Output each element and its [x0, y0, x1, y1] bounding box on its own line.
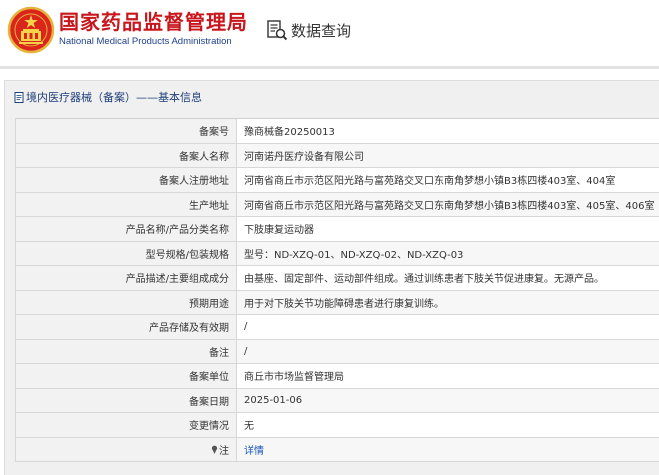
field-label: 备注 — [15, 339, 237, 363]
field-label: 产品描述/主要组成成分 — [15, 266, 237, 290]
field-label: 产品存储及有效期 — [15, 315, 237, 339]
header-divider — [0, 66, 659, 69]
field-value: / — [237, 339, 659, 363]
table-row: 备案号 豫商械备20250013 — [15, 119, 659, 144]
field-value: 由基座、固定部件、运动部件组成。通过训练患者下肢关节促进康复。无源产品。 — [237, 266, 659, 290]
table-row: 产品存储及有效期 / — [15, 315, 659, 340]
table-row: 备案日期 2025-01-06 — [15, 388, 659, 413]
field-value: 2025-01-06 — [237, 388, 659, 412]
field-value: 河南诺丹医疗设备有限公司 — [237, 143, 659, 167]
note-label-cell: 注 — [15, 437, 237, 461]
field-value: 商丘市市场监督管理局 — [237, 364, 659, 388]
site-header: 国家药品监督管理局 National Medical Products Admi… — [0, 0, 659, 62]
field-label: 备案日期 — [15, 388, 237, 412]
table-row: 变更情况 无 — [15, 413, 659, 438]
field-value: 用于对下肢关节功能障碍患者进行康复训练。 — [237, 290, 659, 314]
field-value-cell: 详情 — [237, 437, 659, 461]
field-label: 注 — [219, 445, 229, 457]
table-row: 备案人注册地址 河南省商丘市示范区阳光路与富苑路交叉口东南角梦想小镇B3栋四楼4… — [15, 168, 659, 193]
table-row: 预期用途 用于对下肢关节功能障碍患者进行康复训练。 — [15, 290, 659, 315]
table-row: 生产地址 河南省商丘市示范区阳光路与富苑路交叉口东南角梦想小镇B3栋四楼403室… — [15, 192, 659, 217]
field-label: 备案单位 — [15, 364, 237, 388]
info-table: 备案号 豫商械备20250013 备案人名称 河南诺丹医疗设备有限公司 备案人注… — [15, 118, 659, 462]
document-icon — [14, 91, 24, 103]
field-label: 备案号 — [15, 119, 237, 143]
field-value: 型号：ND-XZQ-01、ND-XZQ-02、ND-XZQ-03 — [237, 241, 659, 265]
field-value: 河南省商丘市示范区阳光路与富苑路交叉口东南角梦想小镇B3栋四楼403室、405室… — [237, 192, 659, 216]
agency-name-cn: 国家药品监督管理局 — [59, 10, 248, 34]
table-row: 产品名称/产品分类名称 下肢康复运动器 — [15, 217, 659, 242]
table-row: 产品描述/主要组成成分 由基座、固定部件、运动部件组成。通过训练患者下肢关节促进… — [15, 266, 659, 291]
agency-name-en: National Medical Products Administration — [59, 36, 232, 47]
field-label: 备案人注册地址 — [15, 168, 237, 192]
field-value: 河南省商丘市示范区阳光路与富苑路交叉口东南角梦想小镇B3栋四楼403室、404室 — [237, 168, 659, 192]
pin-icon — [211, 445, 218, 454]
panel-title-text: 境内医疗器械（备案）——基本信息 — [26, 91, 202, 104]
document-search-icon — [267, 20, 288, 41]
field-label: 产品名称/产品分类名称 — [15, 217, 237, 241]
field-value: 豫商械备20250013 — [237, 119, 659, 143]
data-query-link[interactable]: 数据查询 — [266, 18, 351, 42]
detail-panel: 境内医疗器械（备案）——基本信息 备案号 豫商械备20250013 备案人名称 … — [4, 80, 659, 475]
field-label: 预期用途 — [15, 290, 237, 314]
details-link[interactable]: 详情 — [244, 442, 264, 457]
national-emblem-icon — [7, 6, 55, 54]
table-row: 备案单位 商丘市市场监督管理局 — [15, 364, 659, 389]
field-label: 型号规格/包装规格 — [15, 241, 237, 265]
field-label: 变更情况 — [15, 413, 237, 437]
table-row: 备注 / — [15, 339, 659, 364]
data-query-label: 数据查询 — [291, 21, 352, 40]
field-value: 下肢康复运动器 — [237, 217, 659, 241]
panel-title: 境内医疗器械（备案）——基本信息 — [14, 89, 202, 105]
field-label: 生产地址 — [15, 192, 237, 216]
field-label: 备案人名称 — [15, 143, 237, 167]
field-value: 无 — [237, 413, 659, 437]
table-row: 注 详情 — [15, 437, 659, 462]
table-row: 型号规格/包装规格 型号：ND-XZQ-01、ND-XZQ-02、ND-XZQ-… — [15, 241, 659, 266]
table-row: 备案人名称 河南诺丹医疗设备有限公司 — [15, 143, 659, 168]
field-value: / — [237, 315, 659, 339]
